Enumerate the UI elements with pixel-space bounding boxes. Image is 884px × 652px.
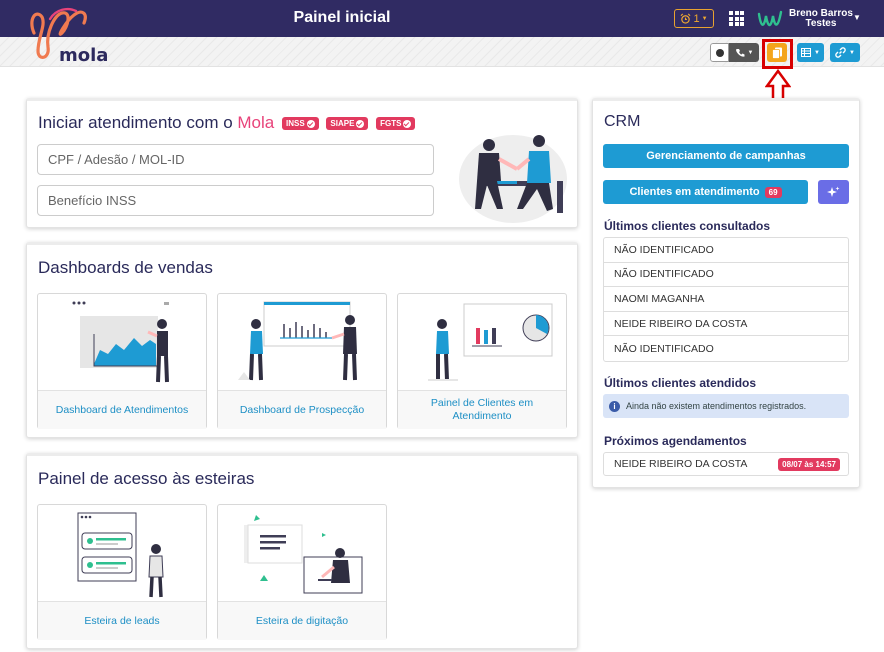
table-icon: [801, 48, 812, 57]
links-button[interactable]: ▼: [830, 43, 860, 62]
tile-label[interactable]: Dashboard de Prospecção: [218, 390, 386, 429]
link-icon: [835, 47, 846, 58]
chart-illustration: [428, 303, 553, 381]
beneficio-input[interactable]: [37, 185, 434, 216]
tile-label[interactable]: Esteira de leads: [38, 601, 206, 640]
tile-label[interactable]: Dashboard de Atendimentos: [38, 390, 206, 429]
alerts-button[interactable]: 1 ▼: [674, 9, 714, 28]
alert-count: 1: [693, 12, 700, 25]
esteiras-title: Painel de acesso às esteiras: [38, 469, 255, 488]
start-service-title: Iniciar atendimento com o Mola INSS SIAP…: [38, 113, 416, 133]
check-icon: [356, 119, 365, 128]
typing-illustration: [244, 515, 363, 594]
ai-assistant-button[interactable]: [818, 180, 849, 204]
badge-siape: SIAPE: [326, 117, 369, 131]
user-logo-icon[interactable]: [757, 8, 785, 30]
cpf-input[interactable]: [37, 144, 434, 175]
phone-button[interactable]: ▼: [729, 43, 759, 62]
campaigns-button[interactable]: Gerenciamento de campanhas: [603, 144, 849, 168]
badge-inss: INSS: [281, 117, 319, 131]
chevron-down-icon: ▼: [701, 15, 708, 22]
user-menu[interactable]: Breno Barros Testes: [789, 9, 853, 29]
crm-title: CRM: [604, 113, 641, 130]
start-service-card: Iniciar atendimento com o Mola INSS SIAP…: [26, 98, 578, 228]
user-org: Testes: [805, 18, 837, 29]
crm-card: CRM Gerenciamento de campanhas Clientes …: [592, 98, 860, 488]
badge-fgts: FGTS: [376, 117, 416, 131]
leads-illustration: [77, 512, 164, 598]
top-bar: Painel inicial 1 ▼ Breno Barros Testes ▼: [0, 0, 884, 37]
phone-icon: [735, 48, 745, 57]
apps-grid-icon[interactable]: [729, 11, 744, 26]
handshake-illustration: [459, 135, 567, 223]
highlight-box: [762, 39, 793, 69]
recent-clients-list: NÃO IDENTIFICADO NÃO IDENTIFICADO NAOMI …: [603, 237, 849, 362]
info-icon: i: [609, 400, 620, 412]
list-item[interactable]: NAOMI MAGANHA: [604, 287, 848, 312]
tile-esteira-leads[interactable]: Esteira de leads: [37, 504, 207, 640]
schedule-client: NEIDE RIBEIRO DA COSTA: [614, 458, 748, 470]
tile-label[interactable]: Painel de Clientes em Atendimento: [398, 390, 566, 429]
check-icon: [306, 119, 315, 128]
record-button[interactable]: [710, 43, 729, 62]
tile-label[interactable]: Esteira de digitação: [218, 601, 386, 640]
chart-illustration: [238, 301, 357, 381]
tile-painel-clientes[interactable]: Painel de Clientes em Atendimento: [397, 293, 567, 429]
page-title: Painel inicial: [293, 9, 391, 26]
check-icon: [403, 119, 412, 128]
record-icon: [715, 48, 724, 57]
dashboards-card: Dashboards de vendas Dashboard de Atendi…: [26, 242, 578, 438]
clients-count-badge: 69: [764, 186, 782, 198]
list-item[interactable]: NEIDE RIBEIRO DA COSTA: [604, 312, 848, 337]
logo-text: mola: [59, 45, 109, 66]
chart-illustration: [72, 301, 169, 383]
call-controls: ▼: [710, 43, 759, 62]
attended-clients-title: Últimos clientes atendidos: [604, 376, 757, 390]
alarm-icon: [680, 13, 691, 24]
schedule-title: Próximos agendamentos: [604, 434, 747, 448]
dashboards-title: Dashboards de vendas: [38, 258, 213, 277]
brand-name: Mola: [237, 113, 275, 132]
schedule-time-badge: 08/07 às 14:57: [778, 458, 840, 471]
table-view-button[interactable]: ▼: [797, 43, 824, 62]
chevron-down-icon[interactable]: ▼: [853, 13, 861, 22]
tile-dashboard-prospeccao[interactable]: Dashboard de Prospecção: [217, 293, 387, 429]
attended-empty-alert: i Ainda não existem atendimentos registr…: [603, 394, 849, 418]
clients-in-service-button[interactable]: Clientes em atendimento 69: [603, 180, 808, 204]
list-item[interactable]: NÃO IDENTIFICADO: [604, 336, 848, 361]
tile-dashboard-atendimentos[interactable]: Dashboard de Atendimentos: [37, 293, 207, 429]
tile-esteira-digitacao[interactable]: Esteira de digitação: [217, 504, 387, 640]
list-item[interactable]: NÃO IDENTIFICADO: [604, 238, 848, 263]
recent-clients-title: Últimos clientes consultados: [604, 219, 771, 233]
sparkle-icon: [827, 186, 840, 197]
schedule-item[interactable]: NEIDE RIBEIRO DA COSTA 08/07 às 14:57: [603, 452, 849, 476]
list-item[interactable]: NÃO IDENTIFICADO: [604, 263, 848, 288]
esteiras-card: Painel de acesso às esteiras Esteira de …: [26, 453, 578, 649]
